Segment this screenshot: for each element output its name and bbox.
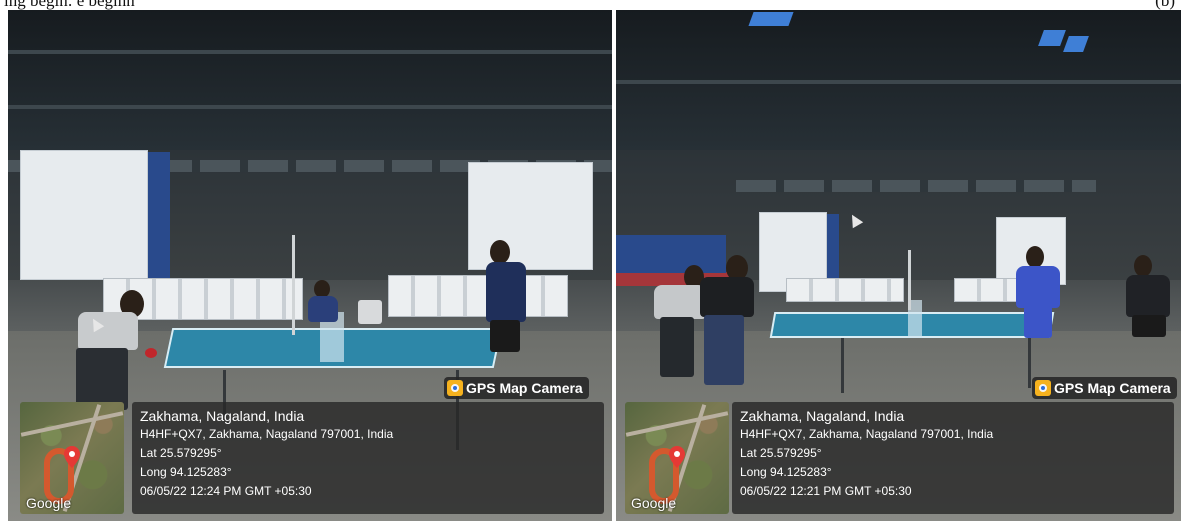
gps-map-camera-badge: GPS Map Camera	[1032, 377, 1177, 399]
wall-windows	[736, 180, 1096, 192]
net-post	[908, 250, 911, 310]
gps-badge-label: GPS Map Camera	[1054, 380, 1171, 396]
google-logo: Google	[26, 495, 72, 511]
sponsor-banner	[786, 278, 904, 302]
roof-girder	[8, 50, 612, 54]
photo-right: GPS Map Camera Google Zakhama, Nagaland,…	[616, 10, 1181, 521]
latitude: Lat 25.579295°	[140, 446, 222, 460]
roof-girder	[8, 105, 612, 109]
place-name: Zakhama, Nagaland, India	[140, 408, 305, 424]
sponsor-banner	[388, 275, 568, 317]
gps-map-camera-badge: GPS Map Camera	[444, 377, 589, 399]
location-info-panel: Zakhama, Nagaland, India H4HF+QX7, Zakha…	[132, 402, 604, 514]
satellite-map-thumbnail: Google	[20, 402, 124, 514]
timestamp: 06/05/22 12:24 PM GMT +05:30	[140, 484, 312, 498]
blue-wall-band	[616, 235, 726, 273]
plus-code-address: H4HF+QX7, Zakhama, Nagaland 797001, Indi…	[140, 427, 394, 441]
place-name: Zakhama, Nagaland, India	[740, 408, 905, 424]
caption-fragment-right: (b)	[1155, 0, 1175, 10]
location-pin-icon	[669, 446, 685, 468]
caption-fragment-left: ing begin: e beginn	[4, 0, 135, 10]
gps-camera-icon	[447, 380, 463, 396]
latitude: Lat 25.579295°	[740, 446, 822, 460]
blue-partition	[148, 152, 170, 282]
photo-left: GPS Map Camera Google Zakhama, Nagaland,…	[8, 10, 612, 521]
chair	[358, 300, 382, 324]
white-partition	[20, 150, 148, 280]
satellite-map-thumbnail: Google	[625, 402, 729, 514]
google-logo: Google	[631, 495, 677, 511]
longitude: Long 94.125283°	[740, 465, 832, 479]
location-pin-icon	[64, 446, 80, 468]
plus-code-address: H4HF+QX7, Zakhama, Nagaland 797001, Indi…	[740, 427, 994, 441]
table-leg	[841, 338, 844, 393]
skylight	[748, 12, 794, 26]
gps-camera-icon	[1035, 380, 1051, 396]
ceiling	[8, 10, 612, 150]
table-leg	[1028, 338, 1031, 388]
roof-girder	[616, 80, 1181, 84]
caption-strip: ing begin: e beginn (b)	[0, 0, 1181, 10]
paddle	[145, 348, 157, 358]
white-partition	[468, 162, 593, 270]
gps-badge-label: GPS Map Camera	[466, 380, 583, 396]
timestamp: 06/05/22 12:21 PM GMT +05:30	[740, 484, 912, 498]
net-post	[292, 235, 295, 335]
longitude: Long 94.125283°	[140, 465, 232, 479]
location-info-panel: Zakhama, Nagaland, India H4HF+QX7, Zakha…	[732, 402, 1174, 514]
